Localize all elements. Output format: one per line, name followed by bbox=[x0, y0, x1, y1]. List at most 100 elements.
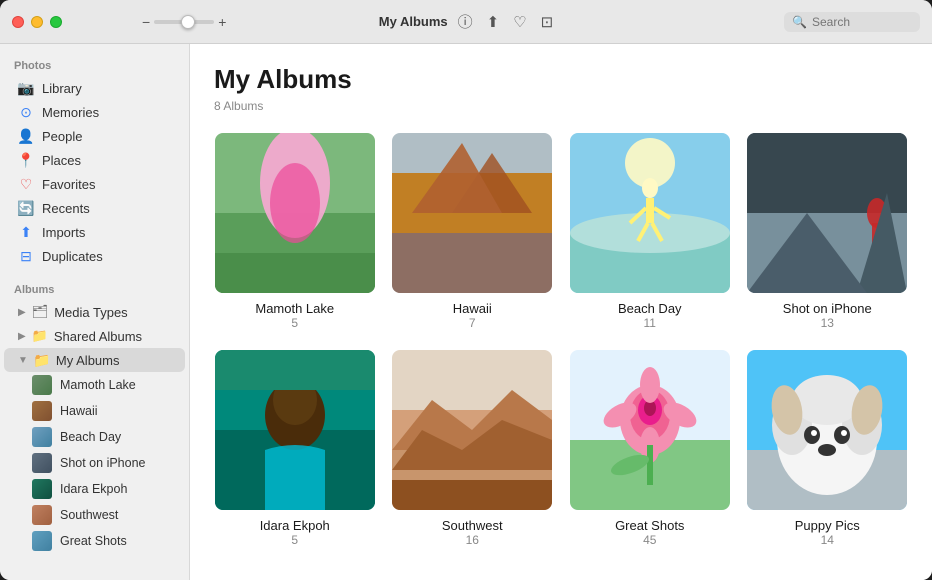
albums-section-label: Albums bbox=[0, 276, 189, 300]
sidebar-group-shared-albums[interactable]: ▶ 📁 Shared Albums bbox=[4, 324, 185, 348]
subitem-label: Beach Day bbox=[60, 430, 121, 444]
crop-icon[interactable]: ⊡ bbox=[541, 13, 554, 31]
album-count: 13 bbox=[821, 316, 834, 330]
info-icon[interactable]: ⓘ bbox=[458, 11, 473, 32]
album-name: Mamoth Lake bbox=[255, 301, 334, 316]
sidebar-item-label: Imports bbox=[42, 225, 85, 240]
minimize-button[interactable] bbox=[31, 16, 43, 28]
sidebar-group-media-types[interactable]: ▶ 🗂 Media Types bbox=[4, 300, 185, 324]
memories-icon: ⊙ bbox=[18, 104, 34, 120]
sidebar-item-label: Library bbox=[42, 81, 82, 96]
titlebar-right: 🔍 bbox=[784, 12, 920, 32]
sidebar-subitem-great-shots[interactable]: Great Shots bbox=[4, 528, 185, 554]
album-count: 16 bbox=[466, 533, 479, 547]
page-title: My Albums bbox=[214, 64, 908, 95]
content-area: My Albums 8 Albums Mamoth Lake bbox=[190, 44, 932, 580]
search-bar[interactable]: 🔍 bbox=[784, 12, 920, 32]
sidebar-item-favorites[interactable]: ♡ Favorites bbox=[4, 172, 185, 196]
album-name: Beach Day bbox=[618, 301, 682, 316]
album-count: 45 bbox=[643, 533, 656, 547]
chevron-right-icon: ▶ bbox=[18, 307, 26, 318]
album-idara-ekpoh[interactable]: Idara Ekpoh 5 bbox=[214, 350, 376, 547]
zoom-slider[interactable] bbox=[154, 20, 214, 24]
zoom-plus-button[interactable]: + bbox=[218, 14, 226, 30]
album-great-shots[interactable]: Great Shots 45 bbox=[569, 350, 731, 547]
shot-on-iphone-thumb bbox=[32, 453, 52, 473]
zoom-minus-button[interactable]: − bbox=[142, 14, 150, 30]
album-name: Hawaii bbox=[453, 301, 492, 316]
album-name: Southwest bbox=[442, 518, 503, 533]
sidebar-subitem-southwest[interactable]: Southwest bbox=[4, 502, 185, 528]
sidebar-subitem-beach-day[interactable]: Beach Day bbox=[4, 424, 185, 450]
album-thumb-beach-day bbox=[570, 133, 730, 293]
sidebar-item-label: Places bbox=[42, 153, 81, 168]
album-shot-on-iphone[interactable]: Shot on iPhone 13 bbox=[747, 133, 909, 330]
sidebar-group-my-albums[interactable]: ▼ 📁 My Albums bbox=[4, 348, 185, 372]
search-icon: 🔍 bbox=[792, 15, 807, 29]
sidebar-item-people[interactable]: 👤 People bbox=[4, 124, 185, 148]
beach-day-thumb bbox=[32, 427, 52, 447]
sidebar-item-recents[interactable]: 🔄 Recents bbox=[4, 196, 185, 220]
favorites-icon: ♡ bbox=[18, 176, 34, 192]
sidebar-item-label: People bbox=[42, 129, 82, 144]
album-mamoth-lake[interactable]: Mamoth Lake 5 bbox=[214, 133, 376, 330]
sidebar-subitem-shot-on-iphone[interactable]: Shot on iPhone bbox=[4, 450, 185, 476]
sidebar-item-label: Memories bbox=[42, 105, 99, 120]
sidebar-item-label: Favorites bbox=[42, 177, 95, 192]
photos-section-label: Photos bbox=[0, 52, 189, 76]
sidebar-subitem-idara-ekpoh[interactable]: Idara Ekpoh bbox=[4, 476, 185, 502]
subitem-label: Mamoth Lake bbox=[60, 378, 136, 392]
sidebar-item-duplicates[interactable]: ⊟ Duplicates bbox=[4, 244, 185, 268]
album-name: Shot on iPhone bbox=[783, 301, 872, 316]
album-southwest[interactable]: Southwest 16 bbox=[392, 350, 554, 547]
sidebar-item-imports[interactable]: ⬆ Imports bbox=[4, 220, 185, 244]
sidebar-subitem-hawaii[interactable]: Hawaii bbox=[4, 398, 185, 424]
album-count: 5 bbox=[291, 533, 298, 547]
album-thumb-southwest bbox=[392, 350, 552, 510]
imports-icon: ⬆ bbox=[18, 224, 34, 240]
hawaii-thumb bbox=[32, 401, 52, 421]
southwest-thumb bbox=[32, 505, 52, 525]
album-hawaii[interactable]: Hawaii 7 bbox=[392, 133, 554, 330]
main-layout: Photos 📷 Library ⊙ Memories 👤 People 📍 P… bbox=[0, 44, 932, 580]
traffic-lights bbox=[12, 16, 62, 28]
idara-ekpoh-thumb bbox=[32, 479, 52, 499]
album-thumb-shot-on-iphone bbox=[747, 133, 907, 293]
sidebar-subitem-mamoth-lake[interactable]: Mamoth Lake bbox=[4, 372, 185, 398]
share-icon[interactable]: ⬆ bbox=[487, 13, 500, 31]
duplicates-icon: ⊟ bbox=[18, 248, 34, 264]
shared-albums-icon: 📁 bbox=[32, 328, 48, 344]
maximize-button[interactable] bbox=[50, 16, 62, 28]
zoom-control: − + bbox=[142, 14, 226, 30]
sidebar-item-memories[interactable]: ⊙ Memories bbox=[4, 100, 185, 124]
heart-icon[interactable]: ♡ bbox=[513, 13, 526, 31]
subitem-label: Great Shots bbox=[60, 534, 127, 548]
group-label: Shared Albums bbox=[54, 329, 142, 344]
zoom-thumb bbox=[181, 15, 195, 29]
album-puppy-pics[interactable]: Puppy Pics 14 bbox=[747, 350, 909, 547]
album-name: Puppy Pics bbox=[795, 518, 860, 533]
media-types-icon: 🗂 bbox=[32, 304, 49, 320]
album-name: Idara Ekpoh bbox=[260, 518, 330, 533]
recents-icon: 🔄 bbox=[18, 200, 34, 216]
sidebar-item-library[interactable]: 📷 Library bbox=[4, 76, 185, 100]
subitem-label: Shot on iPhone bbox=[60, 456, 146, 470]
album-thumb-idara-ekpoh bbox=[215, 350, 375, 510]
titlebar-icons: ⓘ ⬆ ♡ ⊡ bbox=[458, 11, 554, 32]
album-count: 11 bbox=[644, 316, 656, 330]
album-count: 7 bbox=[469, 316, 476, 330]
album-thumb-mamoth-lake bbox=[215, 133, 375, 293]
albums-grid: Mamoth Lake 5 Hawaii bbox=[214, 133, 908, 547]
sidebar-item-label: Duplicates bbox=[42, 249, 103, 264]
album-thumb-hawaii bbox=[392, 133, 552, 293]
album-name: Great Shots bbox=[615, 518, 684, 533]
my-albums-icon: 📁 bbox=[34, 352, 50, 368]
mamoth-lake-thumb bbox=[32, 375, 52, 395]
album-beach-day[interactable]: Beach Day 11 bbox=[569, 133, 731, 330]
album-thumb-puppy-pics bbox=[747, 350, 907, 510]
people-icon: 👤 bbox=[18, 128, 34, 144]
sidebar-item-label: Recents bbox=[42, 201, 90, 216]
search-input[interactable] bbox=[812, 15, 912, 29]
sidebar-item-places[interactable]: 📍 Places bbox=[4, 148, 185, 172]
close-button[interactable] bbox=[12, 16, 24, 28]
